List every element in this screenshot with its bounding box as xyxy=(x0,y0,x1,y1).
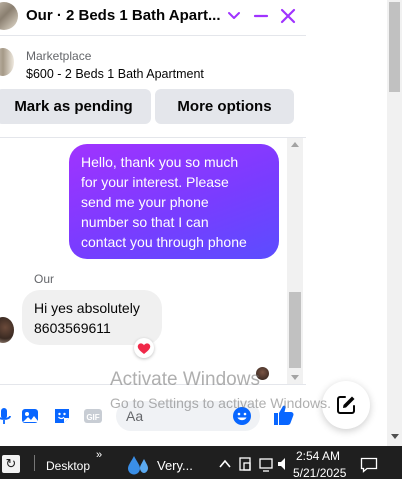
system-tray-icons[interactable] xyxy=(216,454,290,474)
page-scrollbar[interactable] xyxy=(387,0,402,446)
message-line: number so that I can xyxy=(81,214,209,230)
chat-header: Our · 2 Beds 1 Bath Apart... xyxy=(0,0,306,36)
reaction-badge[interactable] xyxy=(134,338,154,358)
clock-date[interactable]: 5/21/2025 xyxy=(293,466,346,479)
weather-drop-icon[interactable] xyxy=(126,454,152,476)
scroll-up-arrow[interactable] xyxy=(291,142,299,147)
message-line: Hello, thank you so much xyxy=(81,154,239,170)
conversation-title[interactable]: Our · 2 Beds 1 Bath Apart... xyxy=(26,7,220,24)
new-message-icon xyxy=(337,396,355,414)
scroll-down-arrow[interactable] xyxy=(291,375,299,380)
mark-as-pending-button[interactable]: Mark as pending xyxy=(0,89,151,124)
listing-title: $600 - 2 Beds 1 Bath Apartment xyxy=(26,67,204,81)
conversation-avatar[interactable] xyxy=(0,2,18,30)
message-line: contact you through phone xyxy=(81,234,247,250)
weather-label[interactable]: Very... xyxy=(157,458,193,473)
close-icon[interactable] xyxy=(278,6,298,26)
messages-scrollbar[interactable] xyxy=(287,138,303,384)
listing-label: Marketplace xyxy=(26,49,92,63)
listing-thumbnail xyxy=(0,48,14,76)
marketplace-listing[interactable]: Marketplace $600 - 2 Beds 1 Bath Apartme… xyxy=(0,40,306,86)
refresh-icon[interactable]: ↻ xyxy=(2,455,20,473)
sender-name: Our xyxy=(34,272,55,286)
heart-icon xyxy=(137,342,151,354)
watermark-subtitle: Go to Settings to activate Windows. xyxy=(110,395,331,411)
taskbar: ↻ Desktop » Very... 2:54 AM 5/21/2025 xyxy=(0,446,402,479)
clock-time[interactable]: 2:54 AM xyxy=(296,449,340,463)
mic-icon[interactable] xyxy=(0,406,14,426)
watermark-title: Activate Windows xyxy=(110,369,260,390)
notification-icon[interactable] xyxy=(360,457,378,473)
message-line: send me your phone xyxy=(81,194,209,210)
toolbar-overflow-chevron[interactable]: » xyxy=(96,449,102,461)
svg-text:GIF: GIF xyxy=(86,413,99,422)
taskbar-separator xyxy=(34,455,35,471)
sender-avatar[interactable] xyxy=(0,317,14,343)
gif-icon[interactable]: GIF xyxy=(83,406,103,426)
page-scrollbar-thumb[interactable] xyxy=(389,2,400,92)
sticker-icon[interactable] xyxy=(52,406,72,426)
desktop-toolbar-label[interactable]: Desktop xyxy=(46,459,90,473)
chevron-down-icon[interactable] xyxy=(226,7,242,23)
page-scroll-down-arrow[interactable] xyxy=(391,434,399,439)
message-line: for your interest. Please xyxy=(81,174,229,190)
screen: Our · 2 Beds 1 Bath Apart... Marketplace… xyxy=(0,0,402,479)
more-options-button[interactable]: More options xyxy=(155,89,294,124)
message-line: Hi yes absolutely xyxy=(34,300,140,316)
image-icon[interactable] xyxy=(20,406,40,426)
divider xyxy=(0,137,306,138)
outgoing-message[interactable]: Hello, thank you so much for your intere… xyxy=(69,144,279,259)
messages-scrollbar-thumb[interactable] xyxy=(289,292,301,368)
message-line: 8603569611 xyxy=(34,320,111,336)
minimize-icon[interactable] xyxy=(252,7,270,25)
incoming-message[interactable]: Hi yes absolutely 8603569611 xyxy=(22,290,162,345)
